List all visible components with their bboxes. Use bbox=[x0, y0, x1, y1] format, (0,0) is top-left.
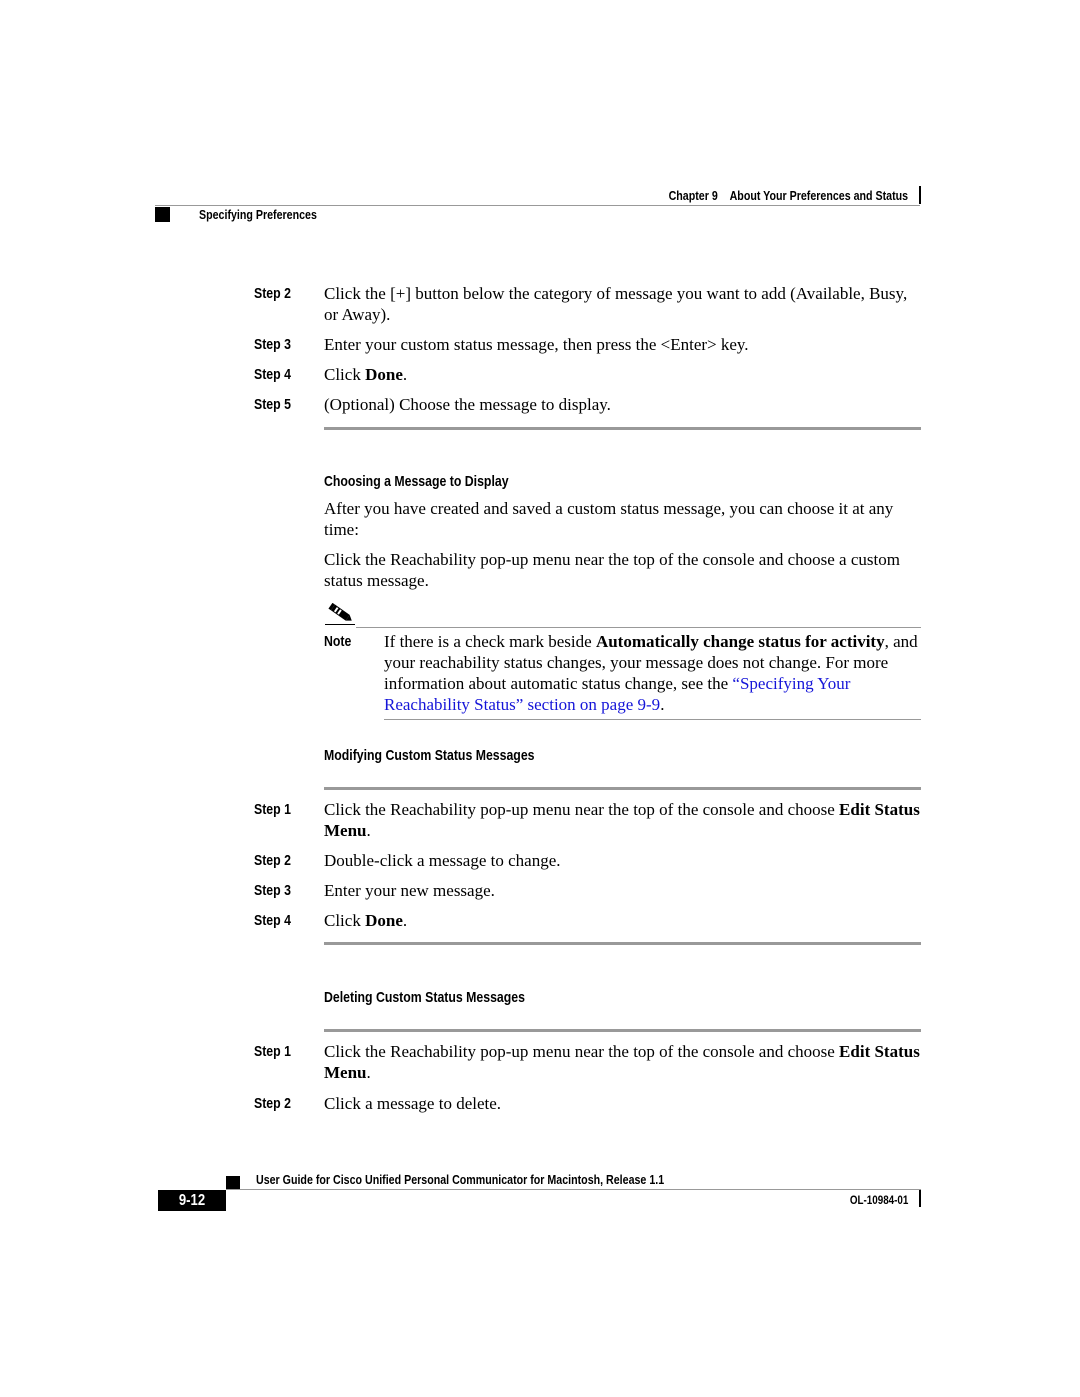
step-text: Click the Reachability pop-up menu near … bbox=[324, 800, 920, 840]
step-text: Enter your new message. bbox=[324, 881, 495, 900]
step-text: Click the Reachability pop-up menu near … bbox=[324, 1042, 920, 1082]
step-label: Step 1 bbox=[254, 1043, 291, 1060]
footer-square-marker bbox=[226, 1176, 240, 1190]
header-rule bbox=[155, 205, 920, 206]
paragraph: Click the Reachability pop-up menu near … bbox=[324, 550, 900, 590]
header-square-marker bbox=[155, 207, 170, 222]
step-label: Step 5 bbox=[254, 396, 291, 413]
section-heading: Deleting Custom Status Messages bbox=[324, 989, 525, 1006]
footer-title: User Guide for Cisco Unified Personal Co… bbox=[256, 1172, 665, 1187]
chapter-number: Chapter 9 bbox=[668, 188, 718, 203]
header-bar bbox=[919, 186, 921, 204]
chapter-title: About Your Preferences and Status bbox=[729, 188, 908, 203]
step-label: Step 4 bbox=[254, 366, 291, 383]
step-label: Step 3 bbox=[254, 882, 291, 899]
step-text: Double-click a message to change. bbox=[324, 851, 561, 870]
footer-bar bbox=[919, 1190, 921, 1207]
step-label: Step 2 bbox=[254, 1095, 291, 1112]
ui-term: Automatically change status for activity bbox=[595, 632, 885, 651]
ui-term: Done bbox=[365, 911, 403, 930]
section-heading: Modifying Custom Status Messages bbox=[324, 747, 535, 764]
pencil-note-icon bbox=[325, 603, 355, 625]
footer-rule bbox=[226, 1189, 921, 1190]
procedure-end-rule bbox=[324, 942, 921, 945]
step-label: Step 4 bbox=[254, 912, 291, 929]
note-top-rule bbox=[356, 627, 921, 628]
procedure-end-rule bbox=[324, 427, 921, 430]
step-text: Click Done. bbox=[324, 911, 408, 930]
running-header-chapter: Chapter 9 About Your Preferences and Sta… bbox=[616, 188, 908, 204]
step-label: Step 2 bbox=[254, 852, 291, 869]
note-label: Note bbox=[324, 633, 352, 650]
running-header-section: Specifying Preferences bbox=[199, 207, 317, 222]
step-text: Click Done. bbox=[324, 365, 408, 384]
document-number: OL-10984-01 bbox=[849, 1193, 908, 1207]
step-text: (Optional) Choose the message to display… bbox=[324, 395, 611, 414]
step-text: Click the [+] button below the category … bbox=[324, 284, 908, 324]
step-text: Enter your custom status message, then p… bbox=[324, 335, 749, 354]
note-text: If there is a check mark beside Automati… bbox=[384, 632, 918, 714]
note-bottom-rule bbox=[384, 719, 921, 720]
procedure-start-rule bbox=[324, 787, 921, 790]
step-label: Step 3 bbox=[254, 336, 291, 353]
paragraph: After you have created and saved a custo… bbox=[324, 499, 894, 539]
procedure-start-rule bbox=[324, 1029, 921, 1032]
ui-term: Done bbox=[365, 365, 403, 384]
step-text: Click a message to delete. bbox=[324, 1094, 502, 1113]
section-heading: Choosing a Message to Display bbox=[324, 473, 509, 490]
step-label: Step 1 bbox=[254, 801, 291, 818]
page-number: 9-12 bbox=[158, 1190, 226, 1211]
step-label: Step 2 bbox=[254, 285, 291, 302]
